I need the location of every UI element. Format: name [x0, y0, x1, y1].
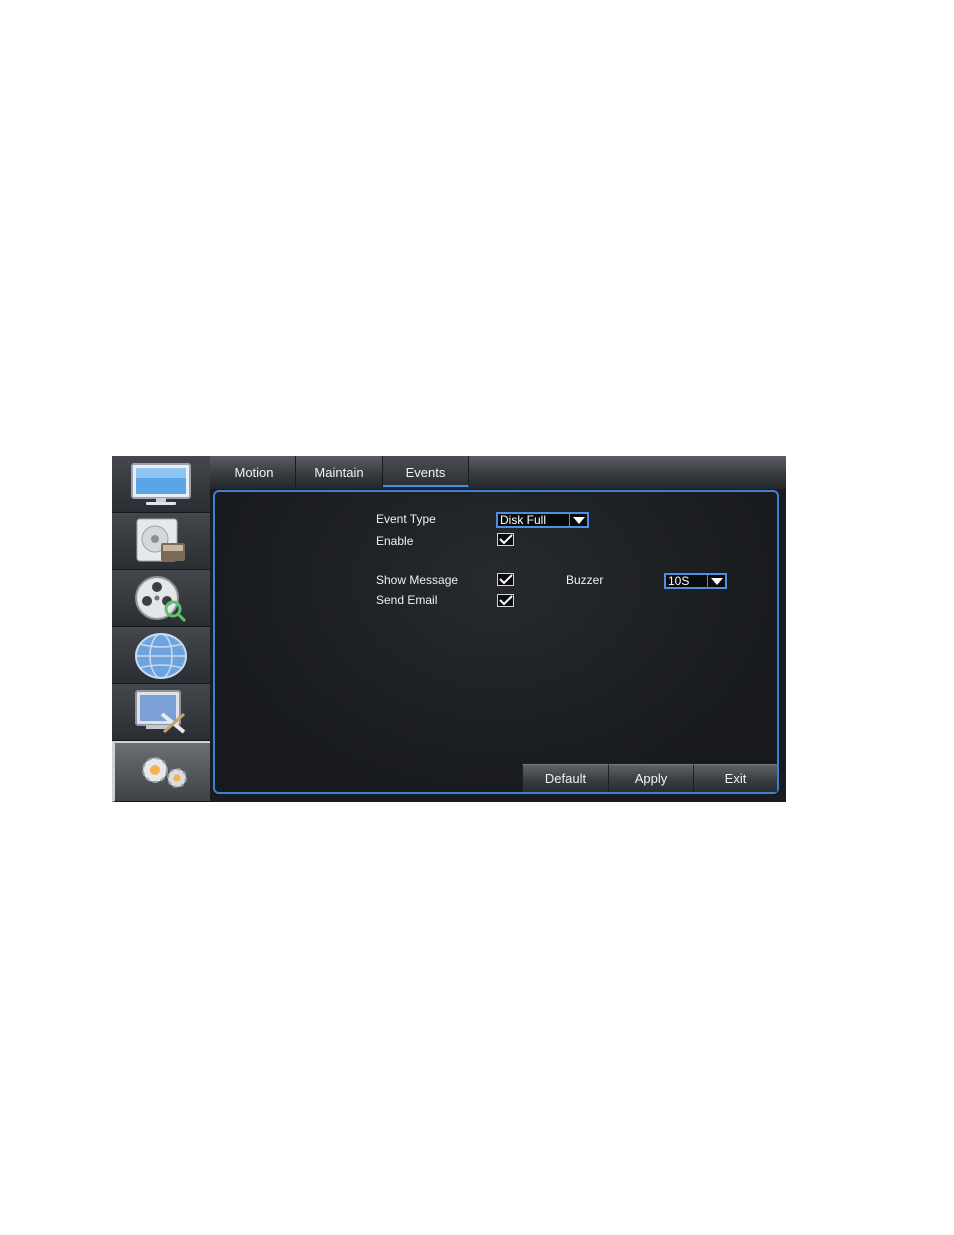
dvr-settings-window: Motion Maintain Events Event Type Disk F… [112, 456, 786, 802]
sidebar-item-record[interactable] [112, 513, 210, 570]
checkmark-icon [499, 574, 513, 585]
buzzer-select[interactable]: 10S [664, 573, 727, 589]
gears-icon [141, 757, 187, 788]
show-message-label: Show Message [376, 573, 459, 587]
events-panel: Event Type Disk Full Enable Show Message… [213, 490, 779, 794]
film-reel-search-icon [135, 576, 187, 623]
chevron-down-icon [569, 514, 587, 526]
sidebar-item-display[interactable] [112, 456, 210, 513]
apply-button[interactable]: Apply [608, 764, 693, 792]
tab-bar: Motion Maintain Events [210, 456, 786, 489]
event-type-label: Event Type [376, 512, 436, 526]
tab-maintain[interactable]: Maintain [296, 456, 383, 487]
send-email-checkbox[interactable] [497, 594, 514, 607]
sidebar-item-playback[interactable] [112, 570, 210, 627]
monitor-icon [131, 463, 191, 505]
screen-tools-icon [135, 690, 186, 734]
tab-events[interactable]: Events [383, 456, 469, 487]
event-type-select[interactable]: Disk Full [496, 512, 589, 528]
buzzer-label: Buzzer [566, 573, 604, 587]
checkmark-icon [499, 595, 513, 606]
sidebar [112, 456, 210, 802]
network-globe-icon [135, 633, 187, 679]
sidebar-item-network[interactable] [112, 627, 210, 684]
show-message-checkbox[interactable] [497, 573, 514, 586]
tab-motion[interactable]: Motion [213, 456, 296, 487]
send-email-label: Send Email [376, 593, 438, 607]
enable-checkbox[interactable] [497, 533, 514, 546]
default-button[interactable]: Default [522, 764, 608, 792]
sidebar-item-advanced[interactable] [112, 684, 210, 741]
exit-button[interactable]: Exit [693, 764, 777, 792]
event-type-value: Disk Full [500, 513, 547, 527]
enable-label: Enable [376, 534, 414, 548]
checkmark-icon [499, 534, 513, 545]
buzzer-value: 10S [668, 574, 690, 588]
chevron-down-icon [707, 575, 725, 587]
sidebar-item-system[interactable] [112, 741, 210, 802]
record-disk-icon [136, 518, 185, 562]
